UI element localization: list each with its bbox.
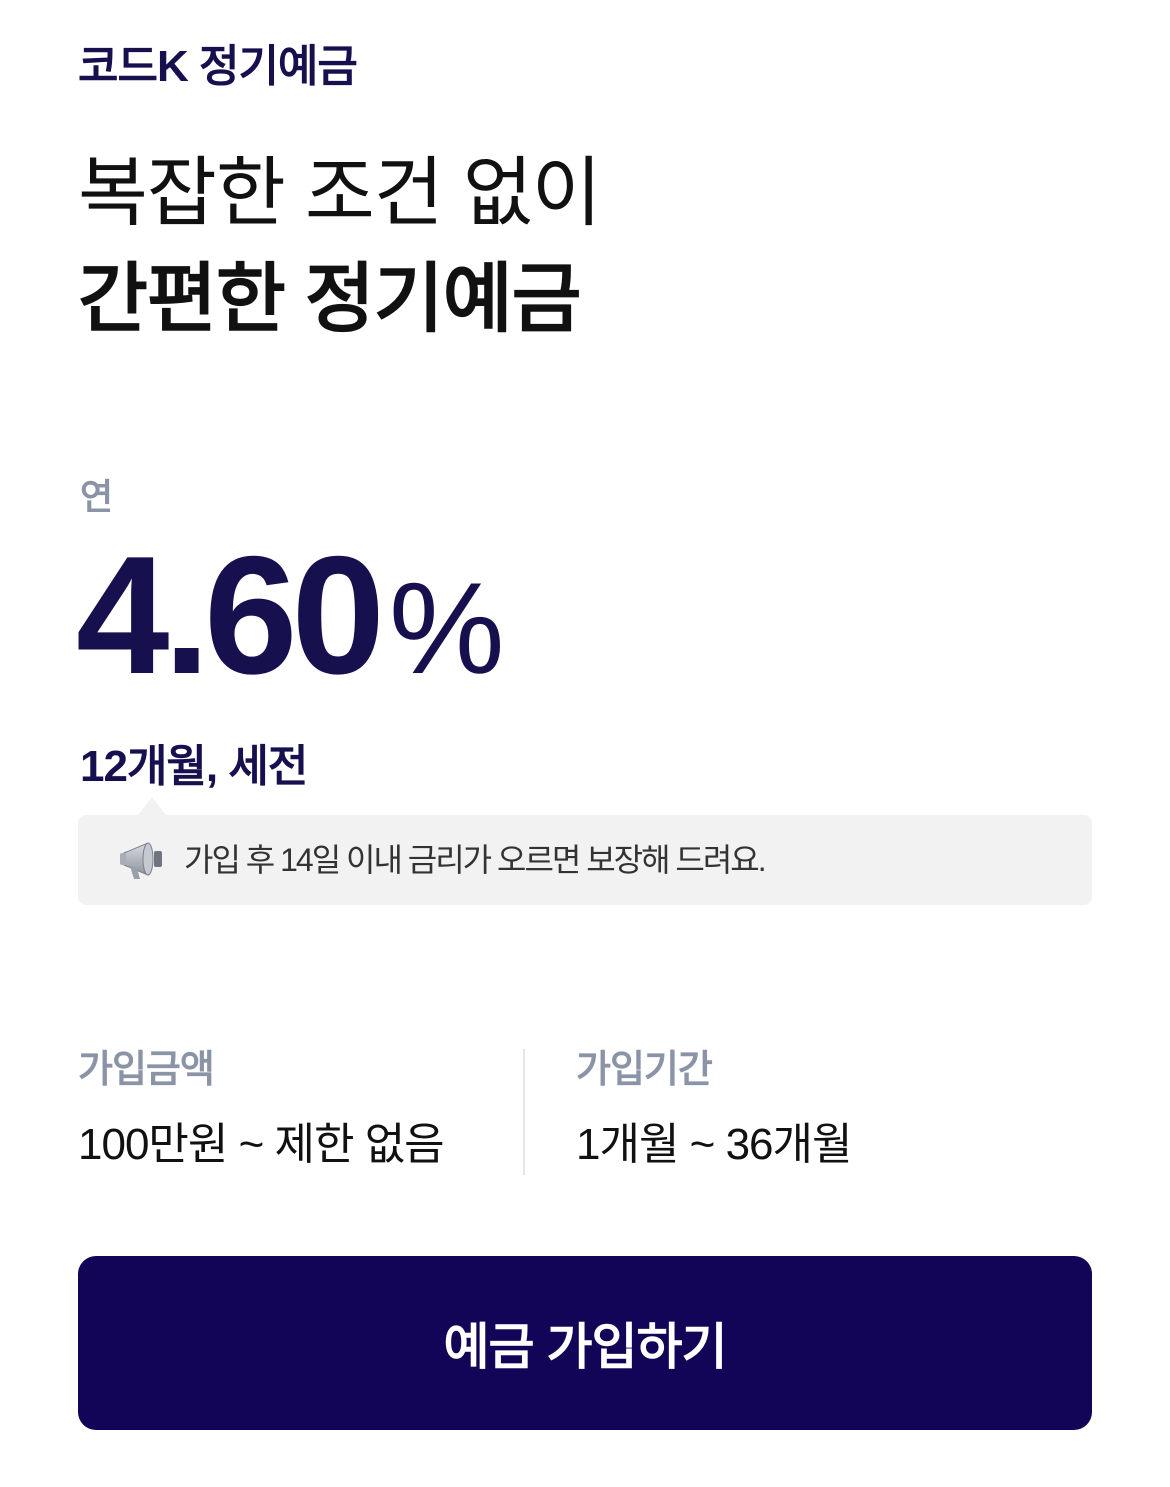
headline: 복잡한 조건 없이 간편한 정기예금 — [78, 148, 602, 360]
period-label: 가입기간 — [576, 1049, 713, 1091]
product-name: 코드K 정기예금 — [78, 42, 358, 91]
rate-condition: 12개월, 세전 — [80, 742, 308, 791]
amount-label: 가입금액 — [78, 1049, 215, 1091]
amount-info: 가입금액 100만원 ~ 제한 없음 — [78, 1045, 445, 1173]
interest-rate-unit: % — [388, 555, 505, 701]
interest-rate-value: 4.60 — [76, 521, 385, 709]
rate-guarantee-notice: 가입 후 14일 이내 금리가 오르면 보장해 드려요. — [78, 797, 1092, 905]
notice-text: 가입 후 14일 이내 금리가 오르면 보장해 드려요. — [184, 842, 767, 878]
period-info: 가입기간 1개월 ~ 36개월 — [576, 1045, 852, 1173]
period-value: 1개월 ~ 36개월 — [576, 1120, 852, 1169]
megaphone-icon — [118, 835, 168, 885]
amount-value: 100만원 ~ 제한 없음 — [78, 1120, 445, 1169]
headline-line-2: 간편한 정기예금 — [78, 257, 582, 342]
product-info: 가입금액 100만원 ~ 제한 없음 가입기간 1개월 ~ 36개월 — [78, 1045, 1092, 1175]
rate-prefix: 연 — [80, 476, 114, 517]
headline-line-1: 복잡한 조건 없이 — [78, 151, 602, 236]
join-deposit-button[interactable]: 예금 가입하기 — [78, 1256, 1092, 1430]
interest-rate: 4.60% — [76, 530, 505, 703]
info-divider — [523, 1049, 525, 1175]
